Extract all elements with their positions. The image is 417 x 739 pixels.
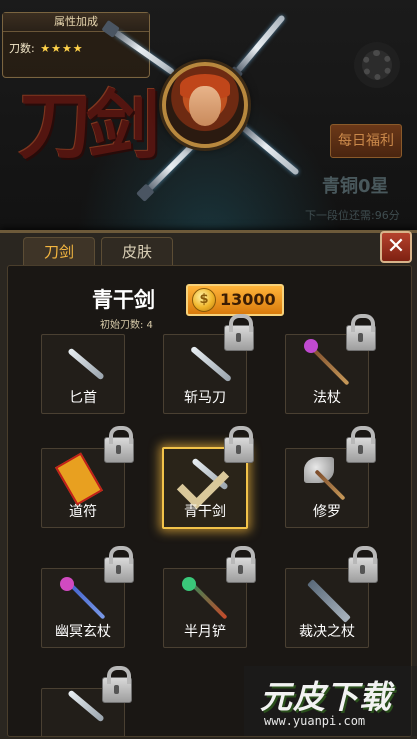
staff-gem-icon xyxy=(304,339,318,353)
settings-button[interactable] xyxy=(354,42,400,88)
lock-icon xyxy=(102,666,132,703)
game-logo: 刀剑 xyxy=(18,83,160,169)
weapon-cell-crescent-spade[interactable]: 半月铲 xyxy=(163,546,256,648)
spade-gem-icon xyxy=(182,577,196,591)
lock-icon xyxy=(104,546,134,583)
tab-swords[interactable]: 刀剑 xyxy=(23,237,95,266)
sword-decoration-icon xyxy=(236,14,286,72)
gear-icon xyxy=(362,50,392,80)
weapon-label: 半月铲 xyxy=(184,624,226,640)
machete-icon xyxy=(189,345,233,383)
lock-icon xyxy=(346,426,376,463)
weapon-cell-judgement-staff[interactable]: 裁决之杖 xyxy=(285,546,378,648)
game-background: 属性加成 刀数: ★★★★ 刀剑 每日福利 青铜0星 下一段位还需:96分 xyxy=(0,0,417,236)
weapon-cell-shura[interactable]: 修罗 xyxy=(285,426,376,528)
tab-skins[interactable]: 皮肤 xyxy=(101,237,173,267)
weapon-label: 修罗 xyxy=(313,504,341,520)
knife-count-stars: ★★★★ xyxy=(40,42,84,55)
weapon-label: 道符 xyxy=(69,504,97,520)
weapon-label: 幽冥玄杖 xyxy=(55,624,111,640)
judgement-staff-icon xyxy=(307,579,351,623)
weapon-label: 斩马刀 xyxy=(184,390,226,406)
rank-label: 青铜0星 xyxy=(322,176,389,197)
avatar-face xyxy=(189,86,221,126)
attribute-bonus-title: 属性加成 xyxy=(3,13,149,32)
weapon-cell-dark-staff[interactable]: 幽冥玄杖 xyxy=(41,546,134,648)
weapon-cell-machete[interactable]: 斩马刀 xyxy=(163,314,254,414)
sword-decoration-icon xyxy=(242,126,300,176)
daily-bonus-button[interactable]: 每日福利 xyxy=(330,124,402,158)
watermark-url: www.yuanpi.com xyxy=(264,714,366,728)
weapon-cell-talisman[interactable]: 道符 xyxy=(41,426,134,528)
site-watermark: 元皮下载 www.yuanpi.com xyxy=(244,666,417,736)
lock-icon xyxy=(224,426,254,463)
selected-weapon-name: 青干剑 xyxy=(92,288,155,312)
weapon-panel: 刀剑 皮肤 ✕ 青干剑 初始刀数: 4 $ 13000 匕首 斩马刀 法杖 道符… xyxy=(0,230,417,739)
weapon-label: 裁决之杖 xyxy=(299,624,355,640)
weapon-label: 青干剑 xyxy=(184,504,226,520)
weapon-cell-dagger[interactable]: 匕首 xyxy=(41,334,125,414)
weapon-cell-magic-staff[interactable]: 法杖 xyxy=(285,314,376,414)
player-avatar[interactable] xyxy=(162,62,248,148)
weapon-label: 法杖 xyxy=(313,390,341,406)
lock-icon xyxy=(346,314,376,351)
weapon-price: 13000 xyxy=(220,290,276,309)
watermark-logo: 元皮下载 xyxy=(260,678,393,716)
knife-count-label: 刀数: xyxy=(9,42,35,55)
buy-weapon-button[interactable]: $ 13000 xyxy=(186,284,284,316)
staff-gem-icon xyxy=(60,577,74,591)
gold-coin-icon: $ xyxy=(192,288,216,312)
initial-knife-count: 初始刀数: 4 xyxy=(100,320,153,331)
weapon-cell-blade[interactable] xyxy=(41,666,132,736)
weapon-label: 匕首 xyxy=(69,390,97,406)
lock-icon xyxy=(226,546,256,583)
close-button[interactable]: ✕ xyxy=(380,231,412,263)
talisman-icon xyxy=(55,452,103,506)
axe-icon xyxy=(304,457,334,483)
lock-icon xyxy=(224,314,254,351)
lock-icon xyxy=(104,426,134,463)
blade-icon xyxy=(67,689,105,723)
lock-icon xyxy=(348,546,378,583)
dagger-icon xyxy=(67,347,105,381)
weapon-cell-qinggan-sword[interactable]: 青干剑 xyxy=(162,426,254,529)
next-level-hint: 下一段位还需:96分 xyxy=(305,209,400,222)
